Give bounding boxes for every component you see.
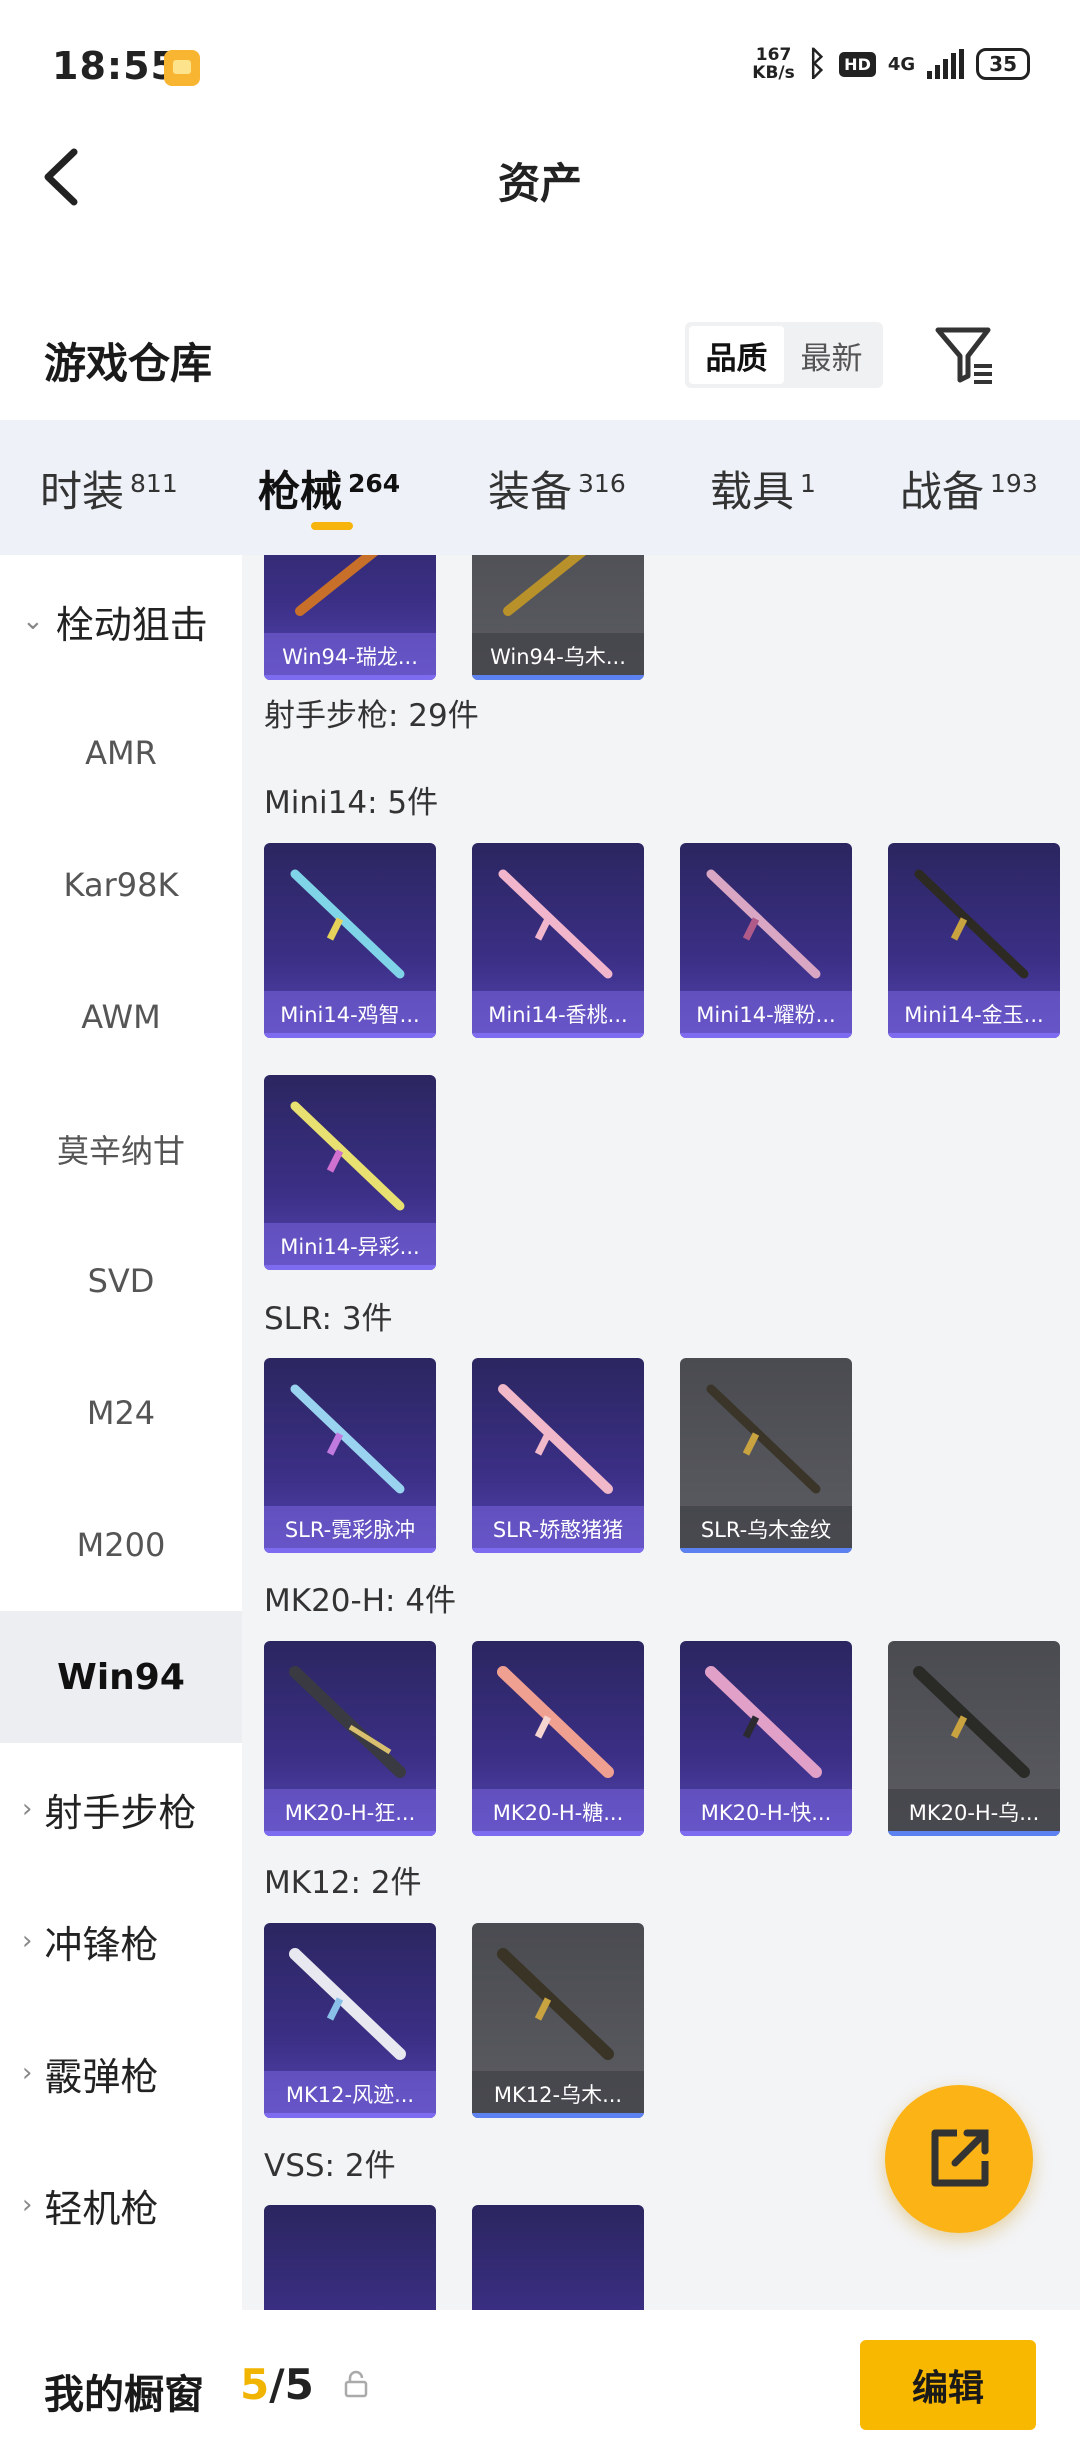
section-label-vss: VSS: 2件: [264, 2148, 396, 2184]
rifle-image: [706, 869, 821, 979]
chevron-right-icon: ›: [22, 1926, 33, 1956]
status-time: 18:55: [52, 44, 178, 88]
sort-toggle: 品质 最新: [685, 322, 883, 388]
sidebar-group-shotgun[interactable]: › 霰弹枪: [0, 2007, 242, 2139]
item-card[interactable]: Mini14-金玉...: [888, 843, 1060, 1038]
sidebar-item-m200[interactable]: M200: [0, 1479, 242, 1611]
rifle-image: [290, 1101, 405, 1211]
item-card[interactable]: Win94-乌木...: [472, 555, 644, 680]
rifle-image: [914, 869, 1029, 979]
item-card[interactable]: Mini14-香桃...: [472, 843, 644, 1038]
tab-equipment[interactable]: 装备 316: [488, 458, 626, 519]
rifle-image: [289, 1666, 406, 1778]
sidebar-item-win94[interactable]: Win94: [0, 1611, 242, 1743]
signal-type: 4G: [887, 53, 916, 75]
item-card[interactable]: Win94-瑞龙...: [264, 555, 436, 680]
item-grid-panel: Win94-瑞龙... Win94-乌木... 射手步枪: 29件 Mini14…: [242, 555, 1080, 2310]
sort-quality[interactable]: 品质: [689, 326, 784, 384]
item-card[interactable]: SLR-霓彩脉冲: [264, 1358, 436, 1553]
rifle-image: [290, 869, 405, 979]
showcase-count: 5/5: [240, 2360, 314, 2409]
rifle-image: [497, 1948, 614, 2060]
item-card[interactable]: MK12-风迹...: [264, 1923, 436, 2118]
external-link-icon: [931, 2129, 989, 2187]
section-label-mk20: MK20-H: 4件: [264, 1583, 457, 1619]
section-label-slr: SLR: 3件: [264, 1301, 393, 1337]
showcase-label: 我的橱窗: [44, 2372, 204, 2418]
hd-icon: HD: [839, 51, 876, 77]
network-speed: 167 KB/s: [752, 45, 795, 83]
item-card[interactable]: [472, 2205, 644, 2310]
sort-latest[interactable]: 最新: [784, 326, 879, 384]
rifle-image: [498, 869, 613, 979]
filter-icon: [935, 327, 992, 384]
rifle-image: [705, 1666, 822, 1778]
item-card[interactable]: [264, 2205, 436, 2310]
item-card[interactable]: Mini14-耀粉...: [680, 843, 852, 1038]
rifle-image: [295, 555, 379, 616]
chevron-right-icon: ›: [22, 1794, 33, 1824]
tab-vehicles[interactable]: 载具 1: [710, 458, 816, 519]
bluetooth-icon: ᛒ: [806, 44, 828, 84]
status-bar: 18:55 167 KB/s ᛒ HD 4G 35: [0, 0, 1080, 140]
rifle-image: [497, 1666, 614, 1778]
rifle-image: [290, 1384, 405, 1494]
sidebar-item-amr[interactable]: AMR: [0, 687, 242, 819]
status-icons: 167 KB/s ᛒ HD 4G 35: [752, 44, 1030, 84]
chevron-down-icon: ⌄: [22, 606, 44, 636]
section-label-dmr-total: 射手步枪: 29件: [264, 698, 479, 734]
sidebar-item-mosin[interactable]: 莫辛纳甘: [0, 1083, 242, 1215]
rifle-image: [913, 1666, 1030, 1778]
page-title: 资产: [497, 159, 582, 208]
weapon-sidebar: ⌄ 栓动狙击 AMR Kar98K AWM 莫辛纳甘 SVD M24 M200 W…: [0, 555, 242, 2310]
sidebar-item-awm[interactable]: AWM: [0, 951, 242, 1083]
sidebar-group-lmg[interactable]: › 轻机枪: [0, 2139, 242, 2271]
share-fab[interactable]: [885, 2085, 1033, 2233]
item-card[interactable]: MK20-H-乌...: [888, 1641, 1060, 1836]
rifle-image: [503, 555, 587, 616]
sidebar-item-kar98k[interactable]: Kar98K: [0, 819, 242, 951]
item-card[interactable]: Mini14-异彩...: [264, 1075, 436, 1270]
item-card[interactable]: MK20-H-糖...: [472, 1641, 644, 1836]
section-label-mk12: MK12: 2件: [264, 1865, 422, 1901]
chevron-right-icon: ›: [22, 2190, 33, 2220]
filter-button[interactable]: [930, 320, 1000, 390]
warehouse-title: 游戏仓库: [44, 339, 213, 388]
sidebar-item-svd[interactable]: SVD: [0, 1215, 242, 1347]
sidebar-group-dmr[interactable]: › 射手步枪: [0, 1743, 242, 1875]
tab-combat-supplies[interactable]: 战备 193: [900, 458, 1038, 519]
tab-guns[interactable]: 枪械 264: [258, 458, 400, 519]
notification-app-icon: [164, 50, 200, 86]
sidebar-group-smg[interactable]: › 冲锋枪: [0, 1875, 242, 2007]
section-label-mini14: Mini14: 5件: [264, 785, 439, 821]
active-tab-indicator: [311, 522, 353, 530]
item-card[interactable]: Mini14-鸡智...: [264, 843, 436, 1038]
signal-bars-icon: [927, 49, 965, 79]
lock-icon: [344, 2370, 368, 2398]
item-card[interactable]: SLR-娇憨猪猪: [472, 1358, 644, 1553]
edit-button[interactable]: 编辑: [860, 2340, 1036, 2430]
rifle-image: [706, 1384, 821, 1494]
item-card[interactable]: MK20-H-快...: [680, 1641, 852, 1836]
sidebar-item-m24[interactable]: M24: [0, 1347, 242, 1479]
item-card[interactable]: SLR-乌木金纹: [680, 1358, 852, 1553]
item-card[interactable]: MK20-H-狂...: [264, 1641, 436, 1836]
chevron-right-icon: ›: [22, 2058, 33, 2088]
rifle-image: [289, 1948, 406, 2060]
item-card[interactable]: MK12-乌木...: [472, 1923, 644, 2118]
sidebar-group-bolt-sniper[interactable]: ⌄ 栓动狙击: [0, 555, 242, 687]
tab-fashion[interactable]: 时装 811: [40, 458, 178, 519]
rifle-image: [498, 1384, 613, 1494]
battery-icon: 35: [976, 48, 1030, 80]
